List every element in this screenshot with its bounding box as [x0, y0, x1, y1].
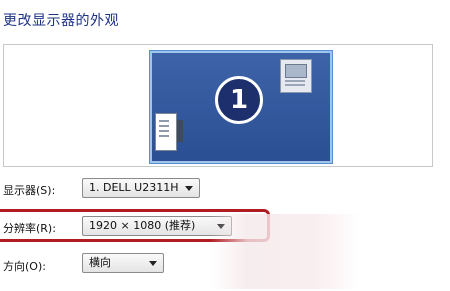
- monitor-number-badge: 1: [215, 76, 263, 124]
- orientation-select-value: 横向: [89, 256, 111, 269]
- primary-monitor-icon[interactable]: 1: [150, 51, 332, 163]
- display-preview-area: 1: [3, 44, 433, 167]
- orientation-select[interactable]: 横向: [82, 253, 164, 273]
- display-select-value: 1. DELL U2311H: [89, 181, 179, 194]
- page-title: 更改显示器的外观: [3, 13, 119, 29]
- orientation-label: 方向(O):: [3, 260, 46, 273]
- secondary-monitor-icon[interactable]: [280, 59, 312, 93]
- chevron-down-icon: [185, 186, 193, 191]
- display-select[interactable]: 1. DELL U2311H: [82, 178, 200, 198]
- chevron-down-icon: [149, 261, 157, 266]
- display-settings-page: 更改显示器的外观 1 显示器(S): 1. DELL U2311H 分辨率(R)…: [0, 0, 450, 291]
- display-label: 显示器(S):: [3, 184, 56, 197]
- secondary-monitor-icon-left[interactable]: [155, 113, 183, 151]
- blur-overlay: [210, 214, 360, 289]
